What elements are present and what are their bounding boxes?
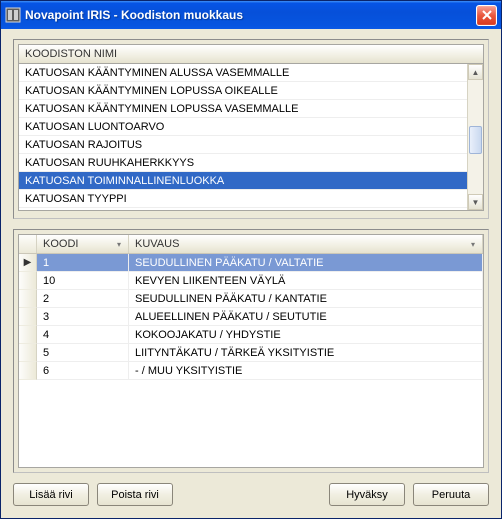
list-item[interactable]: KATUOSAN KÄÄNTYMINEN LOPUSSA VASEMMALLE <box>19 100 483 118</box>
scroll-track[interactable] <box>468 80 483 194</box>
cell-koodi[interactable]: 10 <box>37 272 129 290</box>
top-list-header[interactable]: KOODISTON NIMI <box>18 44 484 63</box>
chevron-down-icon[interactable]: ▾ <box>112 237 126 251</box>
window-title: Novapoint IRIS - Koodiston muokkaus <box>25 8 476 22</box>
list-item[interactable]: KATUOSAN RAJOITUS <box>19 136 483 154</box>
cell-kuvaus[interactable]: - / MUU YKSITYISTIE <box>129 362 483 380</box>
cell-koodi[interactable]: 4 <box>37 326 129 344</box>
row-indicator <box>19 290 37 308</box>
add-row-button[interactable]: Lisää rivi <box>13 483 89 506</box>
titlebar: Novapoint IRIS - Koodiston muokkaus <box>1 1 501 29</box>
content-area: KOODISTON NIMI KATUOSAN KÄÄNTYMINEN ALUS… <box>1 29 501 518</box>
cell-kuvaus[interactable]: KOKOOJAKATU / YHDYSTIE <box>129 326 483 344</box>
list-item[interactable]: KATUOSAN RUUHKAHERKKYYS <box>19 154 483 172</box>
row-indicator <box>19 272 37 290</box>
cell-kuvaus[interactable]: LIITYNTÄKATU / TÄRKEÄ YKSITYISTIE <box>129 344 483 362</box>
row-indicator <box>19 362 37 380</box>
cell-koodi[interactable]: 5 <box>37 344 129 362</box>
cell-kuvaus[interactable]: ALUEELLINEN PÄÄKATU / SEUTUTIE <box>129 308 483 326</box>
table-row[interactable]: 2SEUDULLINEN PÄÄKATU / KANTATIE <box>19 290 483 308</box>
scroll-up-icon[interactable]: ▲ <box>468 64 483 80</box>
table-row[interactable]: ▶1SEUDULLINEN PÄÄKATU / VALTATIE <box>19 254 483 272</box>
top-panel: KOODISTON NIMI KATUOSAN KÄÄNTYMINEN ALUS… <box>13 39 489 219</box>
table-row[interactable]: 6 - / MUU YKSITYISTIE <box>19 362 483 380</box>
close-button[interactable] <box>476 5 497 26</box>
bottom-grid: KOODI ▾ KUVAUS ▾ ▶1SEUDULLINEN PÄÄKATU /… <box>18 234 484 468</box>
table-row[interactable]: 3ALUEELLINEN PÄÄKATU / SEUTUTIE <box>19 308 483 326</box>
chevron-down-icon[interactable]: ▾ <box>466 237 480 251</box>
cell-kuvaus[interactable]: SEUDULLINEN PÄÄKATU / KANTATIE <box>129 290 483 308</box>
spacer <box>181 483 321 506</box>
column-header-kuvaus[interactable]: KUVAUS ▾ <box>129 235 483 253</box>
window: Novapoint IRIS - Koodiston muokkaus KOOD… <box>0 0 502 519</box>
cell-koodi[interactable]: 1 <box>37 254 129 272</box>
column-header-kuvaus-label: KUVAUS <box>135 238 179 250</box>
top-list-body: KATUOSAN KÄÄNTYMINEN ALUSSA VASEMMALLEKA… <box>18 63 484 211</box>
row-indicator <box>19 344 37 362</box>
top-scrollbar[interactable]: ▲ ▼ <box>467 64 483 210</box>
delete-row-button[interactable]: Poista rivi <box>97 483 173 506</box>
scroll-down-icon[interactable]: ▼ <box>468 194 483 210</box>
row-indicator <box>19 308 37 326</box>
cell-koodi[interactable]: 2 <box>37 290 129 308</box>
app-icon <box>5 7 21 23</box>
column-header-koodi[interactable]: KOODI ▾ <box>37 235 129 253</box>
cell-kuvaus[interactable]: SEUDULLINEN PÄÄKATU / VALTATIE <box>129 254 483 272</box>
list-item[interactable]: KATUOSAN KÄÄNTYMINEN LOPUSSA OIKEALLE <box>19 82 483 100</box>
grid-header: KOODI ▾ KUVAUS ▾ <box>19 235 483 254</box>
bottom-panel: KOODI ▾ KUVAUS ▾ ▶1SEUDULLINEN PÄÄKATU /… <box>13 229 489 473</box>
list-item[interactable]: KATUOSAN TYYPPI <box>19 190 483 208</box>
scroll-thumb[interactable] <box>469 126 482 155</box>
list-item[interactable]: KATUOSAN LUONTOARVO <box>19 118 483 136</box>
table-row[interactable]: 5LIITYNTÄKATU / TÄRKEÄ YKSITYISTIE <box>19 344 483 362</box>
cell-koodi[interactable]: 6 <box>37 362 129 380</box>
table-row[interactable]: 10KEVYEN LIIKENTEEN VÄYLÄ <box>19 272 483 290</box>
cell-koodi[interactable]: 3 <box>37 308 129 326</box>
cancel-button[interactable]: Peruuta <box>413 483 489 506</box>
list-item[interactable]: KATUOSAN KÄÄNTYMINEN ALUSSA VASEMMALLE <box>19 64 483 82</box>
list-item[interactable]: KATUOSAN TOIMINNALLINENLUOKKA <box>19 172 483 190</box>
column-header-koodi-label: KOODI <box>43 238 78 250</box>
table-row[interactable]: 4KOKOOJAKATU / YHDYSTIE <box>19 326 483 344</box>
row-header-blank <box>19 235 37 253</box>
cell-kuvaus[interactable]: KEVYEN LIIKENTEEN VÄYLÄ <box>129 272 483 290</box>
row-indicator: ▶ <box>19 254 37 272</box>
row-indicator <box>19 326 37 344</box>
accept-button[interactable]: Hyväksy <box>329 483 405 506</box>
button-row: Lisää rivi Poista rivi Hyväksy Peruuta <box>13 483 489 506</box>
grid-body: ▶1SEUDULLINEN PÄÄKATU / VALTATIE10KEVYEN… <box>19 254 483 467</box>
